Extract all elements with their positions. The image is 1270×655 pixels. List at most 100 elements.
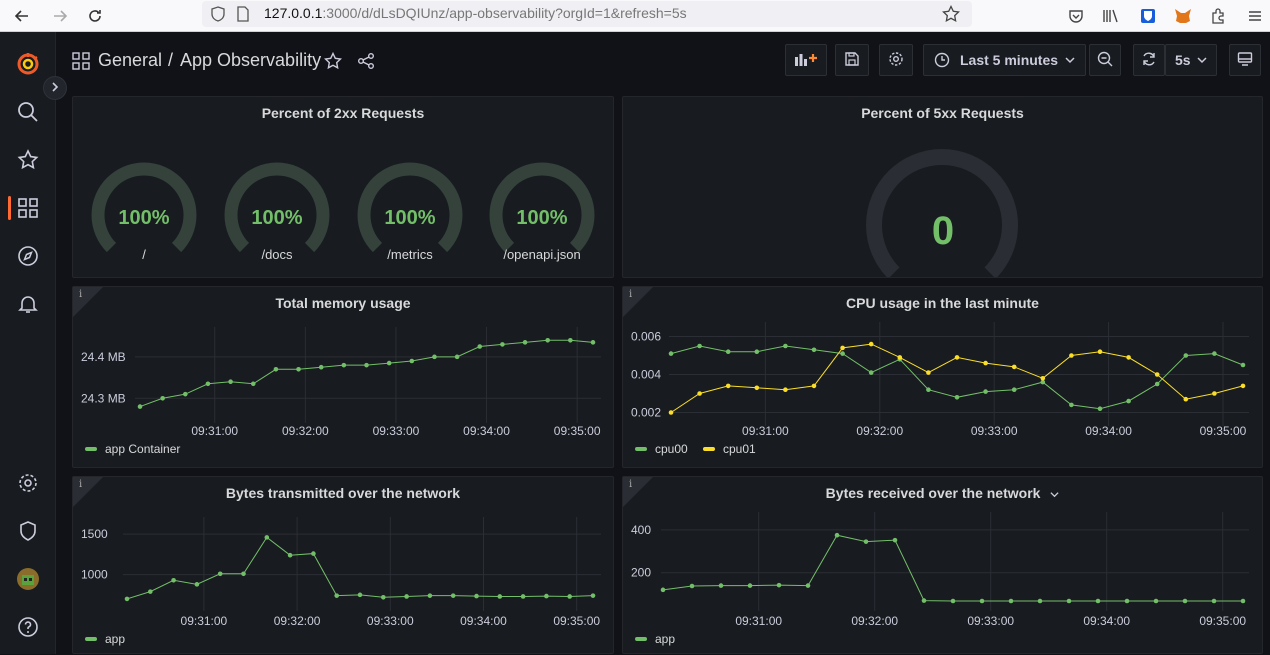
data-point xyxy=(160,395,165,401)
add-panel-icon xyxy=(794,51,818,70)
search-icon[interactable] xyxy=(14,98,42,126)
data-point xyxy=(783,343,788,349)
gauge-label: /openapi.json xyxy=(503,247,581,262)
data-point xyxy=(404,594,409,599)
refresh-interval-picker[interactable]: 5s xyxy=(1165,44,1217,76)
back-icon[interactable] xyxy=(10,4,34,28)
address-bar[interactable]: 127.0.0.1:3000/d/dLsDQIUnz/app-observabi… xyxy=(202,1,972,27)
data-point xyxy=(357,592,363,598)
data-point xyxy=(1069,402,1074,408)
starred-icon[interactable] xyxy=(14,146,42,174)
data-point xyxy=(311,551,316,556)
data-point xyxy=(1124,598,1130,604)
data-point xyxy=(241,571,246,577)
legend-swatch xyxy=(635,637,647,641)
server-admin-shield-icon[interactable] xyxy=(14,517,42,545)
dashboard-navbar: General / App Observability Last 5 minut… xyxy=(56,32,1270,88)
timeseries-chart[interactable]: 200 400 09:31:00 09:32:00 09:33:00 09:34:00 09… xyxy=(623,477,1262,655)
timeseries-chart[interactable]: 1000 1500 09:31:00 09:32:00 09:33:00 09:34:00… xyxy=(73,477,613,655)
data-point xyxy=(1066,598,1072,604)
data-point xyxy=(868,370,874,375)
timeseries-chart[interactable]: 0.002 0.004 0.006 09:31:00 09:32:00 09:33:00 0… xyxy=(623,287,1262,467)
url-text[interactable]: 127.0.0.1:3000/d/dLsDQIUnz/app-observabi… xyxy=(264,5,687,21)
mark-favorite-star-icon[interactable] xyxy=(323,51,343,75)
x-tick-label: 09:33:00 xyxy=(971,424,1018,438)
legend-item[interactable]: app xyxy=(85,632,125,646)
data-point xyxy=(979,598,985,604)
panel-bytes-transmitted: i Bytes transmitted over the network 100… xyxy=(72,476,614,654)
data-point xyxy=(725,383,731,389)
data-point xyxy=(334,593,340,598)
explore-compass-icon[interactable] xyxy=(14,242,42,270)
pocket-icon[interactable] xyxy=(1064,4,1088,28)
data-point xyxy=(1211,598,1217,604)
expand-sidemenu-button[interactable] xyxy=(43,76,67,100)
page-icon xyxy=(236,6,250,27)
shield-icon xyxy=(210,6,226,27)
data-point xyxy=(1183,396,1189,402)
dashboard-grid-icon xyxy=(72,52,90,75)
gauge-value: 100% xyxy=(118,207,170,229)
data-point xyxy=(454,354,460,360)
legend-item[interactable]: cpu00 xyxy=(635,442,688,456)
add-panel-button[interactable] xyxy=(785,44,827,76)
refresh-button[interactable] xyxy=(1133,44,1165,76)
data-point xyxy=(840,351,845,356)
series-line xyxy=(662,534,1243,602)
library-icon[interactable] xyxy=(1099,4,1123,28)
reload-icon[interactable] xyxy=(83,4,107,28)
bitwarden-icon[interactable] xyxy=(1136,4,1160,28)
data-point xyxy=(409,358,415,364)
extensions-icon[interactable] xyxy=(1206,4,1230,28)
x-tick-label: 09:34:00 xyxy=(1083,614,1130,628)
zoom-out-button[interactable] xyxy=(1089,44,1121,76)
save-dashboard-button[interactable] xyxy=(835,44,869,76)
data-point xyxy=(522,340,528,345)
data-point xyxy=(341,362,347,368)
breadcrumb-folder[interactable]: General xyxy=(98,50,162,71)
dashboards-icon[interactable] xyxy=(14,194,42,222)
tv-mode-button[interactable] xyxy=(1229,44,1261,76)
page-title[interactable]: App Observability xyxy=(180,50,321,71)
data-point xyxy=(1240,362,1246,368)
data-point xyxy=(205,381,211,387)
clock-icon xyxy=(934,52,950,68)
metamask-fox-icon[interactable] xyxy=(1171,4,1195,28)
legend-item[interactable]: app Container xyxy=(85,442,180,456)
legend-swatch xyxy=(703,447,715,451)
data-point xyxy=(381,594,386,600)
x-tick-label: 09:33:00 xyxy=(367,614,414,628)
menu-icon[interactable] xyxy=(1243,4,1267,28)
legend-item[interactable]: cpu01 xyxy=(703,442,756,456)
alerting-bell-icon[interactable] xyxy=(14,290,42,318)
timeseries-chart[interactable]: 24.3 MB 24.4 MB 09:31:00 09:32:00 09:33:00 09… xyxy=(73,287,613,467)
x-tick-label: 09:35:00 xyxy=(553,614,600,628)
dashboard-settings-button[interactable] xyxy=(879,44,913,76)
data-point xyxy=(477,344,483,349)
data-point xyxy=(1095,598,1101,604)
data-point xyxy=(1037,598,1043,604)
data-point xyxy=(148,589,153,594)
data-point xyxy=(834,532,840,538)
user-avatar[interactable] xyxy=(14,565,42,593)
data-point xyxy=(754,385,760,391)
data-point xyxy=(287,552,293,558)
share-icon[interactable] xyxy=(357,52,375,75)
bookmark-star-icon[interactable] xyxy=(942,4,960,28)
configuration-gear-icon[interactable] xyxy=(14,469,42,497)
data-point xyxy=(668,351,674,356)
y-tick-label: 1500 xyxy=(81,527,108,541)
grafana-logo-icon[interactable] xyxy=(14,50,42,78)
legend-item[interactable]: app xyxy=(635,632,675,646)
forward-icon[interactable] xyxy=(48,4,72,28)
data-point xyxy=(500,342,505,347)
sidemenu xyxy=(0,32,56,654)
data-point xyxy=(1097,349,1103,354)
chevron-down-icon xyxy=(1065,55,1075,65)
data-point xyxy=(273,366,279,372)
x-tick-label: 09:32:00 xyxy=(856,424,903,438)
help-icon[interactable] xyxy=(14,613,42,641)
time-range-picker[interactable]: Last 5 minutes xyxy=(923,44,1086,76)
x-tick-label: 09:34:00 xyxy=(460,614,507,628)
data-point xyxy=(386,360,392,366)
